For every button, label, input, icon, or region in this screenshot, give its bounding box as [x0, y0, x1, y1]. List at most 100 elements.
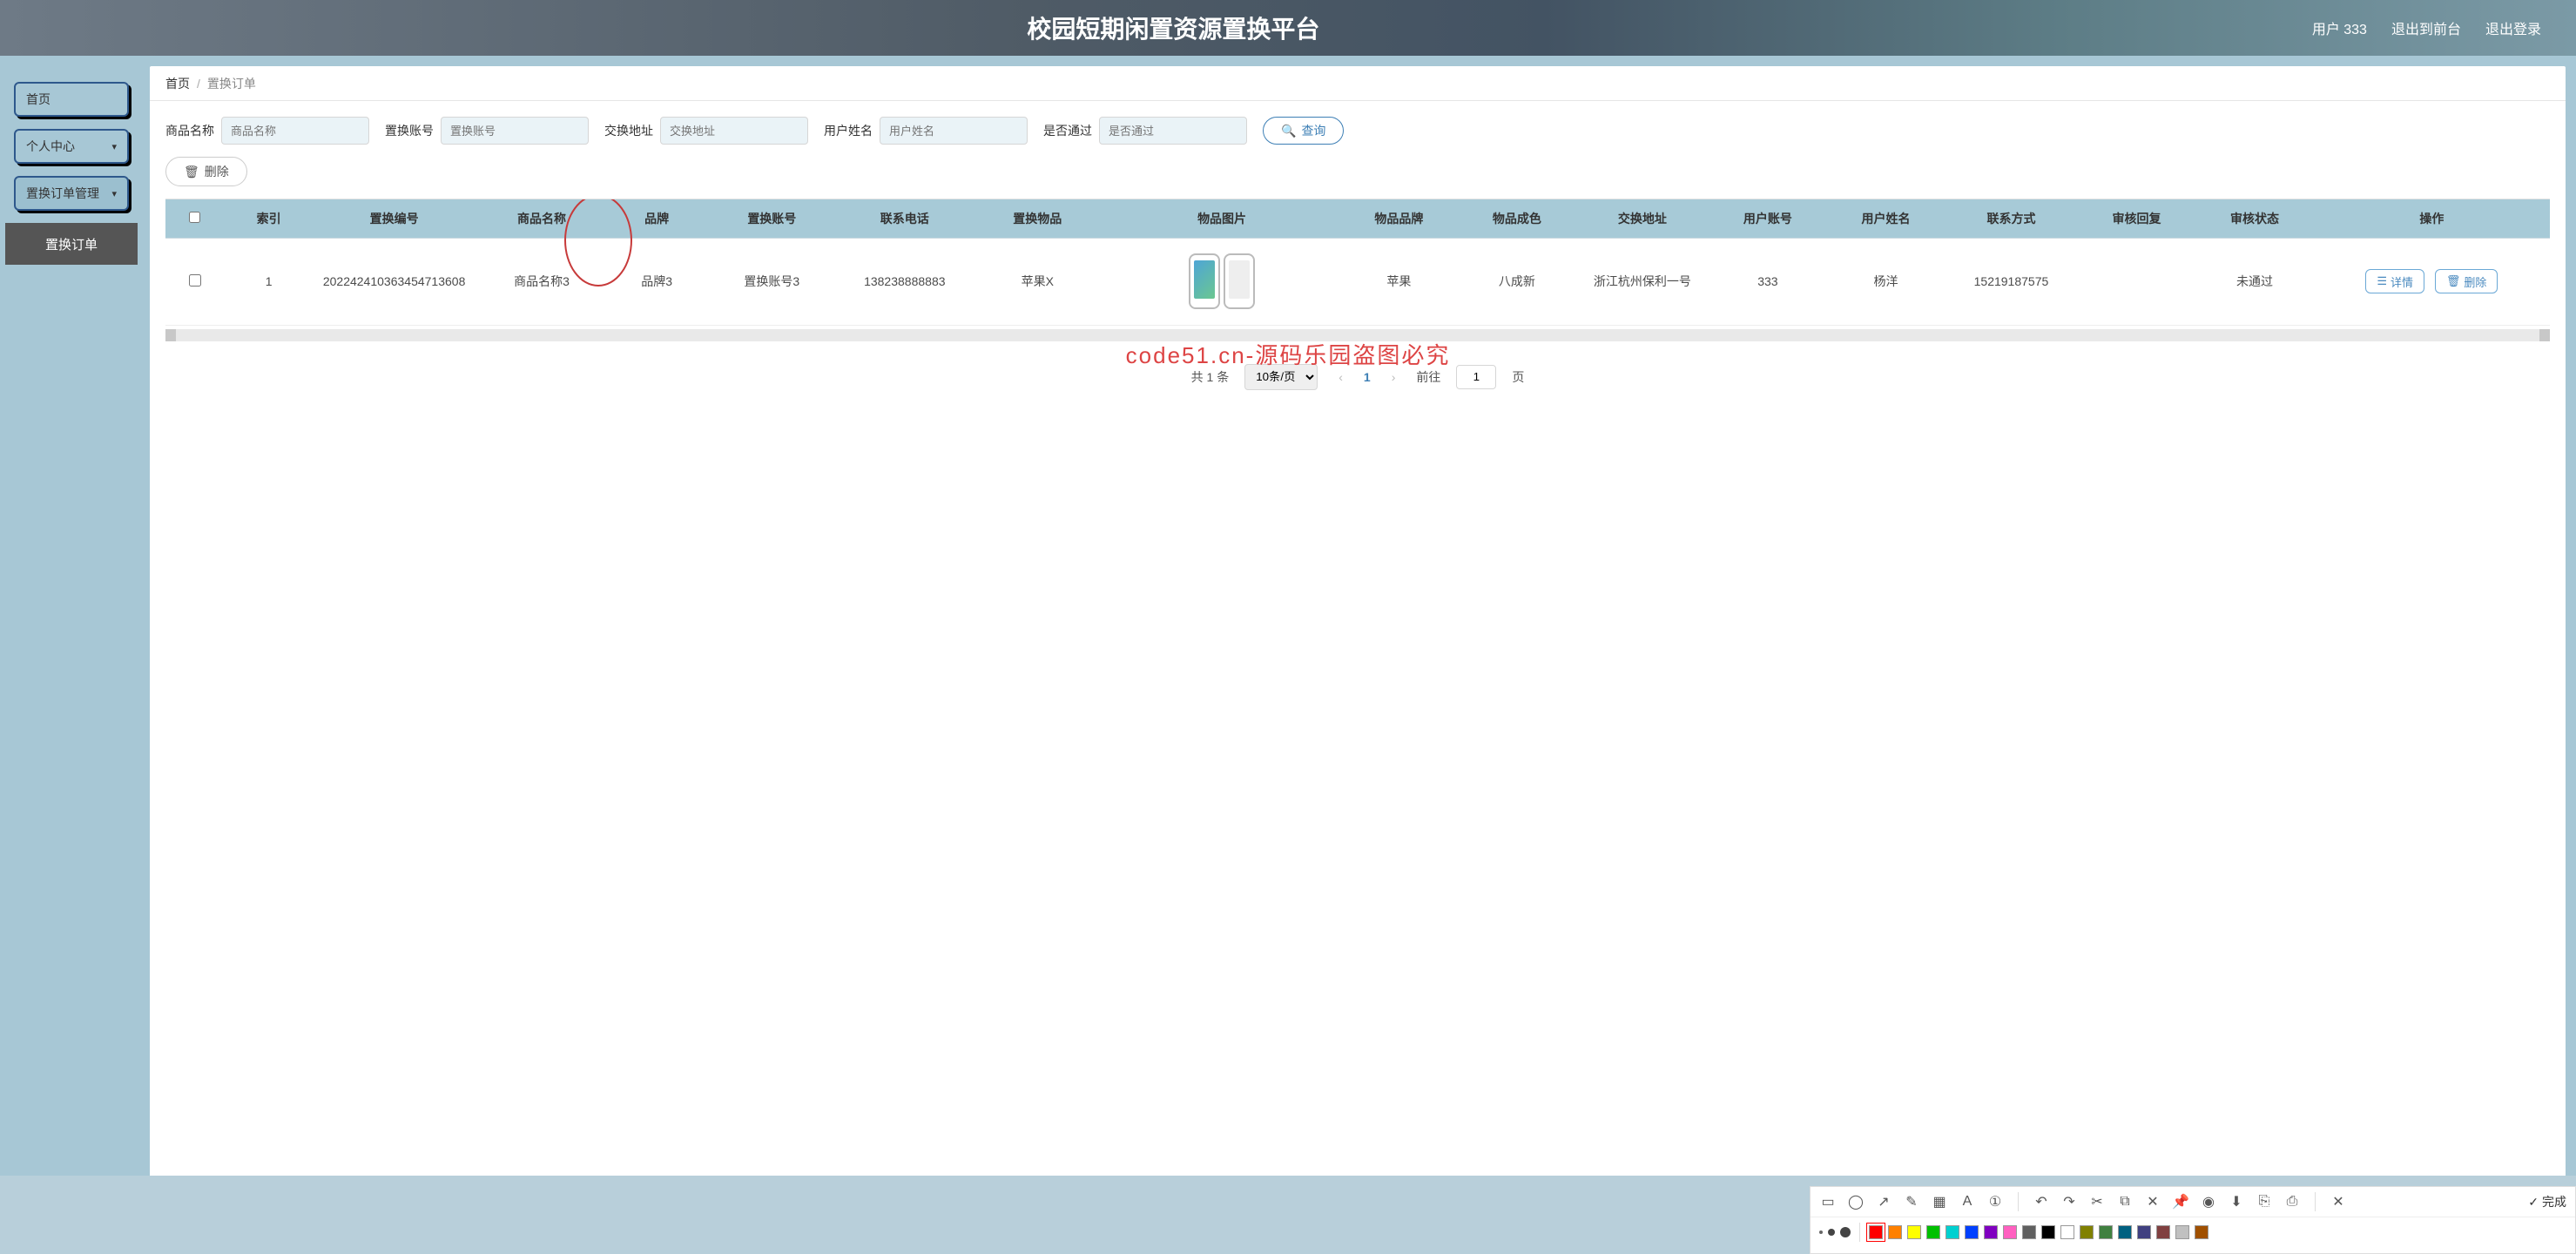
- filter-username-label: 用户姓名: [824, 122, 873, 139]
- exit-to-front-link[interactable]: 退出到前台: [2391, 17, 2461, 38]
- breadcrumb-home[interactable]: 首页: [165, 75, 190, 92]
- redo-icon[interactable]: ↷: [2060, 1193, 2078, 1210]
- column-header: 置换物品: [971, 199, 1103, 238]
- filter-username-input[interactable]: [880, 117, 1028, 145]
- scroll-right-icon[interactable]: [2539, 329, 2550, 341]
- crop-icon[interactable]: ✂: [2088, 1193, 2106, 1210]
- color-swatch[interactable]: [1869, 1225, 1883, 1239]
- color-swatch[interactable]: [2156, 1225, 2170, 1239]
- color-swatch[interactable]: [2118, 1225, 2132, 1239]
- brush-large-icon[interactable]: [1840, 1227, 1851, 1237]
- column-header: 物品品牌: [1340, 199, 1459, 238]
- page-prev-button[interactable]: ‹: [1333, 370, 1348, 384]
- select-all-checkbox[interactable]: [189, 212, 200, 223]
- eraser-icon[interactable]: ✕: [2144, 1193, 2161, 1210]
- color-swatch[interactable]: [2080, 1225, 2094, 1239]
- cell-contact: 15219187575: [1945, 238, 2077, 325]
- column-header: 索引: [225, 199, 314, 238]
- trash-icon: 🗑: [2446, 274, 2461, 288]
- arrow-icon[interactable]: ↗: [1875, 1193, 1892, 1210]
- scroll-left-icon[interactable]: [165, 329, 176, 341]
- filter-address-input[interactable]: [660, 117, 808, 145]
- cell-item-brand: 苹果: [1340, 238, 1459, 325]
- detail-button[interactable]: ☰ 详情: [2365, 269, 2424, 293]
- color-swatch[interactable]: [2175, 1225, 2189, 1239]
- color-swatch[interactable]: [1888, 1225, 1902, 1239]
- brush-small-icon[interactable]: [1819, 1230, 1823, 1234]
- column-header: 物品图片: [1104, 199, 1340, 238]
- column-header: 联系电话: [839, 199, 971, 238]
- filter-product-label: 商品名称: [165, 122, 214, 139]
- cell-item: 苹果X: [971, 238, 1103, 325]
- batch-delete-button[interactable]: 🗑 删除: [165, 157, 247, 186]
- breadcrumb-current: 置换订单: [207, 75, 256, 92]
- color-swatch[interactable]: [1945, 1225, 1959, 1239]
- record-icon[interactable]: ◉: [2200, 1193, 2217, 1210]
- row-checkbox[interactable]: [189, 274, 201, 287]
- separator: [1859, 1223, 1860, 1242]
- logout-link[interactable]: 退出登录: [2485, 17, 2541, 38]
- color-swatch[interactable]: [1907, 1225, 1921, 1239]
- table-row: 1 202242410363454713608 商品名称3 品牌3 置换账号3 …: [165, 238, 2550, 325]
- bookmark-icon[interactable]: ⎙: [2283, 1193, 2301, 1210]
- color-swatch[interactable]: [2060, 1225, 2074, 1239]
- color-swatch[interactable]: [2195, 1225, 2208, 1239]
- filter-approved-input[interactable]: [1099, 117, 1247, 145]
- query-label: 查询: [1301, 122, 1325, 139]
- sidebar-submenu-order[interactable]: 置换订单: [5, 223, 138, 265]
- page-size-select[interactable]: 10条/页: [1244, 364, 1318, 390]
- cell-user-name: 杨洋: [1827, 238, 1945, 325]
- row-delete-button[interactable]: 🗑 删除: [2435, 269, 2498, 293]
- download-icon[interactable]: ⬇: [2228, 1193, 2245, 1210]
- sidebar-center-button[interactable]: 个人中心 ▾: [14, 129, 129, 164]
- column-header: 交换地址: [1576, 199, 1709, 238]
- color-swatch[interactable]: [1984, 1225, 1998, 1239]
- horizontal-scrollbar[interactable]: [165, 329, 2550, 341]
- annotation-toolbar: ▭ ◯ ↗ ✎ ▦ A ① ↶ ↷ ✂ ⧉ ✕ 📌 ◉ ⬇ ⎘ ⎙ ✕ ✓ 完成: [1810, 1186, 2576, 1254]
- delete-label: 删除: [205, 163, 229, 180]
- pin-icon[interactable]: 📌: [2172, 1193, 2189, 1210]
- rect-icon[interactable]: ▭: [1819, 1193, 1837, 1210]
- column-header: 审核状态: [2195, 199, 2314, 238]
- sidebar-sub-label: 置换订单: [45, 235, 98, 253]
- text-icon[interactable]: A: [1959, 1193, 1976, 1210]
- pen-icon[interactable]: ✎: [1903, 1193, 1920, 1210]
- column-header: 商品名称: [475, 199, 608, 238]
- page-suffix: 页: [1512, 368, 1524, 386]
- close-icon[interactable]: ✕: [2330, 1193, 2347, 1210]
- circle-icon[interactable]: ◯: [1847, 1193, 1865, 1210]
- filter-account-input[interactable]: [441, 117, 589, 145]
- color-swatch[interactable]: [2003, 1225, 2017, 1239]
- page-goto-input[interactable]: [1456, 365, 1496, 389]
- page-next-button[interactable]: ›: [1386, 370, 1401, 384]
- cell-operations: ☰ 详情 🗑 删除: [2314, 238, 2550, 325]
- separator: [2315, 1192, 2316, 1211]
- column-header: 用户姓名: [1827, 199, 1945, 238]
- color-swatch[interactable]: [2041, 1225, 2055, 1239]
- cell-order-no: 202242410363454713608: [313, 238, 475, 325]
- sidebar-order-manage-button[interactable]: 置换订单管理 ▾: [14, 176, 129, 211]
- number-icon[interactable]: ①: [1986, 1193, 2004, 1210]
- breadcrumb: 首页 / 置换订单: [150, 66, 2566, 101]
- query-button[interactable]: 🔍 查询: [1263, 117, 1344, 145]
- phone-front-icon: [1189, 253, 1220, 309]
- color-swatch[interactable]: [2137, 1225, 2151, 1239]
- color-swatch[interactable]: [1926, 1225, 1940, 1239]
- copy-icon[interactable]: ⎘: [2256, 1193, 2273, 1210]
- content-card: 首页 / 置换订单 商品名称 置换账号 交换地址 用户姓名: [150, 66, 2566, 1244]
- app-title: 校园短期闲置资源置换平台: [35, 10, 2312, 45]
- filter-product-input[interactable]: [221, 117, 369, 145]
- filter-address-label: 交换地址: [604, 122, 653, 139]
- list-icon: ☰: [2377, 274, 2387, 288]
- ocr-icon[interactable]: ⧉: [2116, 1193, 2134, 1210]
- color-swatch[interactable]: [1965, 1225, 1979, 1239]
- brush-medium-icon[interactable]: [1828, 1229, 1835, 1236]
- color-swatch[interactable]: [2099, 1225, 2113, 1239]
- undo-icon[interactable]: ↶: [2033, 1193, 2050, 1210]
- user-label[interactable]: 用户 333: [2312, 17, 2367, 38]
- page-current[interactable]: 1: [1364, 370, 1371, 384]
- sidebar-home-button[interactable]: 首页: [14, 82, 129, 117]
- done-button[interactable]: ✓ 完成: [2528, 1193, 2566, 1210]
- mosaic-icon[interactable]: ▦: [1931, 1193, 1948, 1210]
- color-swatch[interactable]: [2022, 1225, 2036, 1239]
